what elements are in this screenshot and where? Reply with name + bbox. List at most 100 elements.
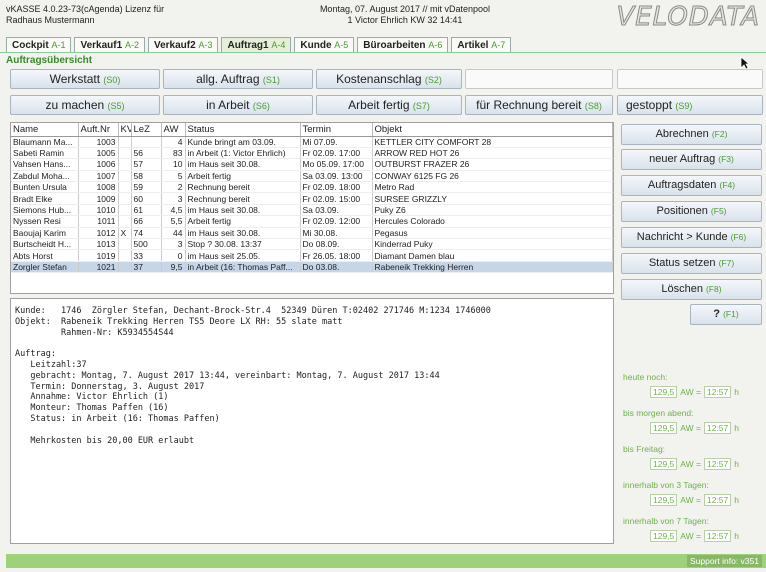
table-cell: Mo 05.09. 17:00 xyxy=(300,158,373,171)
table-cell: Zorgler Stefan xyxy=(11,261,79,274)
table-cell: X xyxy=(118,227,132,240)
column-header[interactable]: LeZ xyxy=(131,123,162,137)
table-row[interactable]: Nyssen Resi 1011 66 5,5 Arbeit fertig Fr 02.0… xyxy=(11,215,613,228)
column-header[interactable]: Termin xyxy=(300,123,373,137)
column-header[interactable]: AW xyxy=(161,123,186,137)
table-row[interactable]: Bunten Ursula 1008 59 2 Rechnung bereit Fr 02… xyxy=(11,181,613,194)
positions-button[interactable]: Positionen (F5) xyxy=(621,201,762,222)
tab-key: A-1 xyxy=(51,40,66,50)
summary-values: 129,5 AW = 12:57 h xyxy=(650,458,739,470)
help-button[interactable]: ? (F1) xyxy=(690,304,762,325)
aw-equals-label: AW = xyxy=(680,387,701,397)
column-header[interactable]: Auft.Nr xyxy=(78,123,119,137)
table-cell: 37 xyxy=(131,261,162,274)
shortcut-label: (F7) xyxy=(718,258,735,268)
delete-button[interactable]: Löschen (F8) xyxy=(621,279,762,300)
message-customer-button[interactable]: Nachricht > Kunde (F6) xyxy=(621,227,762,248)
summary-label: innerhalb von 3 Tagen: xyxy=(623,480,709,490)
table-cell: 5,5 xyxy=(161,215,186,228)
table-cell: Nyssen Resi xyxy=(11,215,79,228)
tab-key: A-3 xyxy=(198,40,213,50)
tab-verkauf1[interactable]: Verkauf1 A-2 xyxy=(74,37,145,53)
tab-kunde[interactable]: Kunde A-5 xyxy=(294,37,355,53)
filter-gestoppt-button[interactable]: gestoppt (S9) xyxy=(617,95,763,115)
summary-values: 129,5 AW = 12:57 h xyxy=(650,386,739,398)
support-info[interactable]: Support info: v351 xyxy=(687,555,762,567)
button-label: Kostenanschlag xyxy=(336,72,422,86)
tab-key: A-7 xyxy=(491,40,506,50)
filter-arbeit-fertig-button[interactable]: Arbeit fertig (S7) xyxy=(316,95,462,115)
tab-label: Cockpit xyxy=(12,40,49,51)
filter-kostenanschlag-button[interactable]: Kostenanschlag (S2) xyxy=(316,69,462,89)
table-cell: Fr 02.09. 12:00 xyxy=(300,215,373,228)
hours-unit: h xyxy=(734,423,739,433)
main-tabs: Cockpit A-1 Verkauf1 A-2 Verkauf2 A-3 Au… xyxy=(6,37,512,53)
table-cell: Bunten Ursula xyxy=(11,181,79,194)
table-cell xyxy=(118,204,132,217)
table-row[interactable]: Zabdul Moha... 1007 58 5 Arbeit fertig Sa 03.… xyxy=(11,170,613,183)
tab-key: A-2 xyxy=(124,40,139,50)
session-info: Montag, 07. August 2017 // mit vDatenpoo… xyxy=(290,4,520,26)
column-header[interactable]: Status xyxy=(185,123,301,137)
table-cell: Pegasus xyxy=(372,227,613,240)
table-row[interactable]: Burtscheidt H... 1013 500 3 Stop ? 30.08. 13… xyxy=(11,238,613,251)
table-cell: 1003 xyxy=(78,136,119,148)
table-cell: 1012 xyxy=(78,227,119,240)
aw-total: 129,5 xyxy=(650,530,678,542)
tab-verkauf2[interactable]: Verkauf2 A-3 xyxy=(147,37,219,53)
hours-unit: h xyxy=(734,387,739,397)
summary-values: 129,5 AW = 12:57 h xyxy=(650,530,739,542)
filter-rechnung-bereit-button[interactable]: für Rechnung bereit (S8) xyxy=(465,95,613,115)
table-row[interactable]: Sabeti Ramin 1005 56 83 in Arbeit (1: Victor… xyxy=(11,147,613,160)
aw-total: 129,5 xyxy=(650,458,678,470)
tab-auftrag1[interactable]: Auftrag1 A-4 xyxy=(221,37,292,53)
tab-artikel[interactable]: Artikel A-7 xyxy=(451,37,512,53)
table-cell: 0 xyxy=(161,249,186,262)
table-cell: SURSEE GRIZZLY xyxy=(372,192,613,205)
filter-allg-auftrag-button[interactable]: allg. Auftrag (S1) xyxy=(163,69,313,89)
abrechnen-button[interactable]: Abrechnen (F2) xyxy=(621,124,762,145)
shortcut-label: (S2) xyxy=(424,75,442,85)
summary-label: bis Freitag: xyxy=(623,444,666,454)
column-header[interactable]: KV xyxy=(118,123,132,137)
tab-cockpit[interactable]: Cockpit A-1 xyxy=(6,37,72,53)
shortcut-label: (F5) xyxy=(710,206,727,216)
filter-zu-machen-button[interactable]: zu machen (S5) xyxy=(10,95,160,115)
app-version: vKASSE 4.0.23-73(cAgenda) Lizenz für xyxy=(6,4,165,14)
table-row[interactable]: Zorgler Stefan 1021 37 9,5 in Arbeit (16: Th… xyxy=(11,261,613,274)
order-data-button[interactable]: Auftragsdaten (F4) xyxy=(621,175,762,196)
set-status-button[interactable]: Status setzen (F7) xyxy=(621,253,762,274)
table-row[interactable]: Bradt Elke 1009 60 3 Rechnung bereit Fr 02.09… xyxy=(11,192,613,205)
table-row[interactable]: Vahsen Hans... 1006 57 10 im Haus seit 30.08… xyxy=(11,158,613,171)
table-row[interactable]: Blaumann Ma... 1003 4 Kunde bringt am 03.09… xyxy=(11,136,613,148)
table-cell: Burtscheidt H... xyxy=(11,238,79,251)
tab-label: Büroarbeiten xyxy=(363,40,426,51)
column-header[interactable]: Name xyxy=(11,123,79,137)
filter-in-arbeit-button[interactable]: in Arbeit (S6) xyxy=(163,95,313,115)
table-cell: im Haus seit 30.08. xyxy=(185,227,301,240)
table-cell: Fr 02.09. 15:00 xyxy=(300,192,373,205)
table-cell: Kunde bringt am 03.09. xyxy=(185,136,301,148)
table-cell: Kinderrad Puky xyxy=(372,238,613,251)
table-cell xyxy=(118,158,132,171)
new-order-button[interactable]: neuer Auftrag (F3) xyxy=(621,149,762,170)
table-cell: Sa 03.09. xyxy=(300,204,373,217)
table-cell xyxy=(118,181,132,194)
table-cell: 1013 xyxy=(78,238,119,251)
empty-filter-slot xyxy=(465,69,613,89)
table-cell xyxy=(118,238,132,251)
filter-werkstatt-button[interactable]: Werkstatt (S0) xyxy=(10,69,160,89)
button-label: ? xyxy=(713,308,721,320)
shortcut-label: (F2) xyxy=(711,129,728,139)
table-row[interactable]: Abts Horst 1019 33 0 im Haus seit 25.05. Fr 2… xyxy=(11,249,613,262)
table-row[interactable]: Baoujaj Karim 1012 X 74 44 im Haus seit 30.08… xyxy=(11,227,613,240)
tab-bueroarbeiten[interactable]: Büroarbeiten A-6 xyxy=(357,37,449,53)
table-cell: Arbeit fertig xyxy=(185,215,301,228)
button-label: in Arbeit xyxy=(206,98,250,112)
table-cell: 5 xyxy=(161,170,186,183)
table-row[interactable]: Siemons Hub... 1010 61 4,5 im Haus seit 30.0… xyxy=(11,204,613,217)
column-header[interactable]: Objekt xyxy=(372,123,613,137)
table-cell: 1009 xyxy=(78,192,119,205)
shortcut-label: (S7) xyxy=(412,101,430,111)
table-cell: 60 xyxy=(131,192,162,205)
